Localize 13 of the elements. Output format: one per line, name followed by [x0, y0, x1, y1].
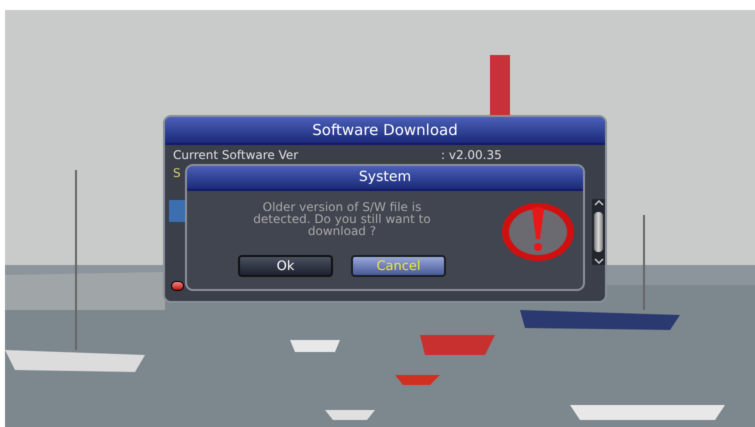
dialog-message: Older version of S/W file is detected. Do you still want to download ?: [252, 201, 432, 237]
row-label: Current Software Ver: [173, 147, 300, 164]
dialog-title: System: [187, 166, 583, 191]
dialog-button[interactable]: Ok: [238, 255, 333, 277]
panel-title: Software Download: [165, 117, 605, 145]
key-indicator-icon: [171, 281, 184, 291]
row-label: S: [173, 165, 181, 182]
scroll-down-icon[interactable]: [594, 258, 604, 264]
scroll-up-icon[interactable]: [594, 200, 604, 206]
warning-icon: [500, 201, 576, 263]
scroll-thumb[interactable]: [594, 212, 603, 252]
row-value: : v2.00.35: [441, 147, 502, 164]
scrollbar[interactable]: [592, 199, 605, 265]
